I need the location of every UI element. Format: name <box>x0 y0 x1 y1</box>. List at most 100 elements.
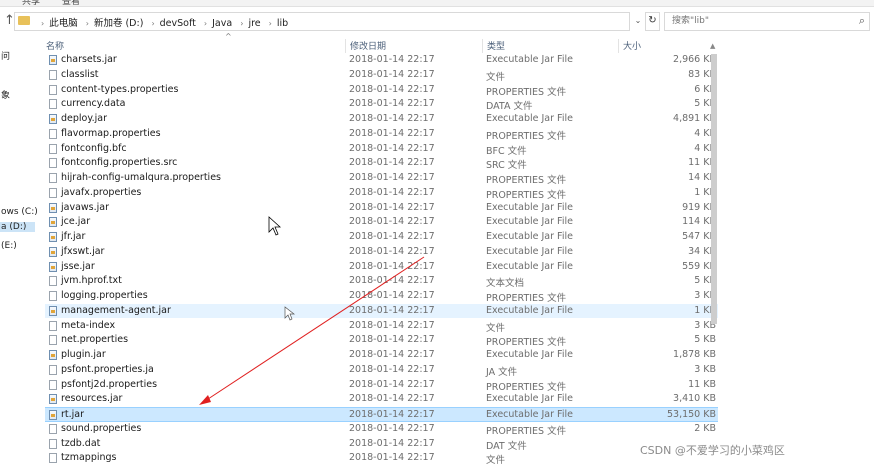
file-row[interactable]: logging.properties 2018-01-14 22:17 PROPER… <box>45 289 718 304</box>
column-type[interactable]: 类型 <box>482 39 505 53</box>
file-row[interactable]: jsse.jar 2018-01-14 22:17 Executable Jar F… <box>45 260 718 275</box>
file-row[interactable]: javafx.properties 2018-01-14 22:17 PROPERT… <box>45 186 718 201</box>
file-name: classlist <box>61 68 99 80</box>
file-size: 5 KB <box>694 275 716 287</box>
jar-file-icon <box>49 305 57 316</box>
nav-item-drive-d[interactable]: a (D:) <box>0 222 35 232</box>
file-name: plugin.jar <box>61 349 106 360</box>
file-row[interactable]: charsets.jar 2018-01-14 22:17 Executable J… <box>45 53 718 68</box>
file-size: 53,150 KB <box>666 409 716 420</box>
file-type: BFC 文件 <box>486 145 527 157</box>
file-icon <box>49 335 57 346</box>
column-name[interactable]: 名称 <box>42 39 64 53</box>
file-row[interactable]: classlist 2018-01-14 22:17 文件 83 KB <box>45 68 718 83</box>
jar-file-icon <box>49 55 57 65</box>
file-type: PROPERTIES 文件 <box>486 86 567 98</box>
chevron-right-icon[interactable]: › <box>151 19 154 28</box>
file-date: 2018-01-14 22:17 <box>349 363 435 375</box>
ribbon-tab-share[interactable]: 共享 <box>22 0 40 6</box>
column-size[interactable]: 大小 <box>618 39 641 53</box>
file-date: 2018-01-14 22:17 <box>349 186 435 198</box>
vertical-scrollbar[interactable]: ▲ <box>710 42 718 470</box>
file-type: Executable Jar File <box>486 216 573 228</box>
file-size: 3 KB <box>694 290 716 301</box>
file-row[interactable]: tzmappings 2018-01-14 22:17 文件 <box>45 451 718 466</box>
nav-item-drive-e[interactable]: (E:) <box>0 241 35 251</box>
file-row[interactable]: jfxswt.jar 2018-01-14 22:17 Executable Jar… <box>45 245 718 260</box>
chevron-right-icon[interactable]: › <box>269 19 272 28</box>
file-type: PROPERTIES 文件 <box>486 425 567 437</box>
file-row[interactable]: fontconfig.properties.src 2018-01-14 22:1… <box>45 156 718 171</box>
file-row[interactable]: flavormap.properties 2018-01-14 22:17 PROP… <box>45 127 718 142</box>
file-row[interactable]: meta-index 2018-01-14 22:17 文件 3 KB <box>45 319 718 334</box>
scroll-up-icon[interactable]: ▲ <box>710 42 715 50</box>
file-row[interactable]: psfontj2d.properties 2018-01-14 22:17 PROP… <box>45 378 718 393</box>
nav-item-1[interactable]: 问 <box>0 49 35 62</box>
file-row[interactable]: sound.properties 2018-01-14 22:17 PROPERTI… <box>45 422 718 437</box>
file-row[interactable]: net.properties 2018-01-14 22:17 PROPERTIES… <box>45 333 718 348</box>
file-name: fontconfig.bfc <box>61 142 127 154</box>
file-date: 2018-01-14 22:17 <box>349 275 435 287</box>
file-row[interactable]: hijrah-config-umalqura.properties 2018-01… <box>45 171 718 186</box>
ribbon-tab-view[interactable]: 查看 <box>62 0 80 6</box>
crumb-this-pc[interactable]: 此电脑 <box>49 18 78 29</box>
file-icon <box>49 379 57 390</box>
file-name: jvm.hprof.txt <box>61 275 122 287</box>
file-type: DAT 文件 <box>486 440 527 452</box>
file-name: logging.properties <box>61 290 148 301</box>
file-row[interactable]: psfont.properties.ja 2018-01-14 22:17 JA 文… <box>45 363 718 378</box>
file-row[interactable]: jce.jar 2018-01-14 22:17 Executable Jar Fi… <box>45 215 718 230</box>
file-row[interactable]: jvm.hprof.txt 2018-01-14 22:17 文本文档 5 KB <box>45 274 718 289</box>
file-row[interactable]: resources.jar 2018-01-14 22:17 Executable … <box>45 392 718 407</box>
file-name: net.properties <box>61 334 129 346</box>
chevron-right-icon[interactable]: › <box>204 19 207 28</box>
file-name: management-agent.jar <box>61 304 171 316</box>
refresh-icon[interactable]: ↻ <box>645 12 660 31</box>
file-name: javafx.properties <box>61 186 142 198</box>
file-row[interactable]: content-types.properties 2018-01-14 22:17… <box>45 83 718 98</box>
crumb-lib[interactable]: lib <box>277 18 288 29</box>
chevron-right-icon[interactable]: › <box>240 19 243 28</box>
file-icon <box>49 158 57 169</box>
file-name: jsse.jar <box>61 260 95 272</box>
file-row[interactable]: currency.data 2018-01-14 22:17 DATA 文件 5 KB <box>45 97 718 112</box>
file-date: 2018-01-14 22:17 <box>349 113 435 124</box>
file-name: jce.jar <box>61 216 91 228</box>
file-date: 2018-01-14 22:17 <box>349 98 435 110</box>
address-bar[interactable]: › 此电脑 › 新加卷 (D:) › devSoft › Java › jre › lib <box>14 12 630 31</box>
file-type: 文件 <box>486 71 506 83</box>
column-date[interactable]: 修改日期 <box>345 39 386 53</box>
scrollbar-thumb[interactable] <box>711 54 717 324</box>
file-row[interactable]: rt.jar 2018-01-14 22:17 Executable Jar Fil… <box>45 407 718 422</box>
file-row[interactable]: fontconfig.bfc 2018-01-14 22:17 BFC 文件 4 KB <box>45 142 718 157</box>
file-row[interactable]: plugin.jar 2018-01-14 22:17 Executable Jar… <box>45 348 718 363</box>
file-date: 2018-01-14 22:17 <box>349 349 435 360</box>
crumb-java[interactable]: Java <box>212 18 232 29</box>
file-name: flavormap.properties <box>61 127 161 139</box>
crumb-jre[interactable]: jre <box>248 18 260 29</box>
file-date: 2018-01-14 22:17 <box>349 290 435 301</box>
file-row[interactable]: jfr.jar 2018-01-14 22:17 Executable Jar Fi… <box>45 230 718 245</box>
file-name: tzmappings <box>61 452 117 464</box>
search-box[interactable]: ⌕ <box>664 12 870 31</box>
crumb-drive-d[interactable]: 新加卷 (D:) <box>94 18 143 29</box>
file-name: currency.data <box>61 98 126 110</box>
file-size: 547 KB <box>682 231 716 242</box>
file-size: 6 KB <box>694 83 716 95</box>
file-row[interactable]: javaws.jar 2018-01-14 22:17 Executable Jar… <box>45 201 718 216</box>
file-icon <box>49 453 57 464</box>
file-icon <box>49 320 57 331</box>
file-row[interactable]: tzdb.dat 2018-01-14 22:17 DAT 文件 <box>45 437 718 452</box>
chevron-right-icon[interactable]: › <box>41 19 44 28</box>
file-row[interactable]: deploy.jar 2018-01-14 22:17 Executable Jar… <box>45 112 718 127</box>
file-icon <box>49 276 57 287</box>
nav-item-objects[interactable]: 象 <box>0 88 35 101</box>
chevron-right-icon[interactable]: › <box>86 19 89 28</box>
file-date: 2018-01-14 22:17 <box>349 319 435 331</box>
file-row[interactable]: management-agent.jar 2018-01-14 22:17 Exec… <box>45 303 718 319</box>
nav-item-drive-c[interactable]: ows (C:) <box>0 207 38 217</box>
crumb-devsoft[interactable]: devSoft <box>160 18 196 29</box>
history-dropdown-icon[interactable]: ⌄ <box>632 12 644 29</box>
search-input[interactable] <box>670 15 844 27</box>
jar-file-icon <box>49 261 57 272</box>
